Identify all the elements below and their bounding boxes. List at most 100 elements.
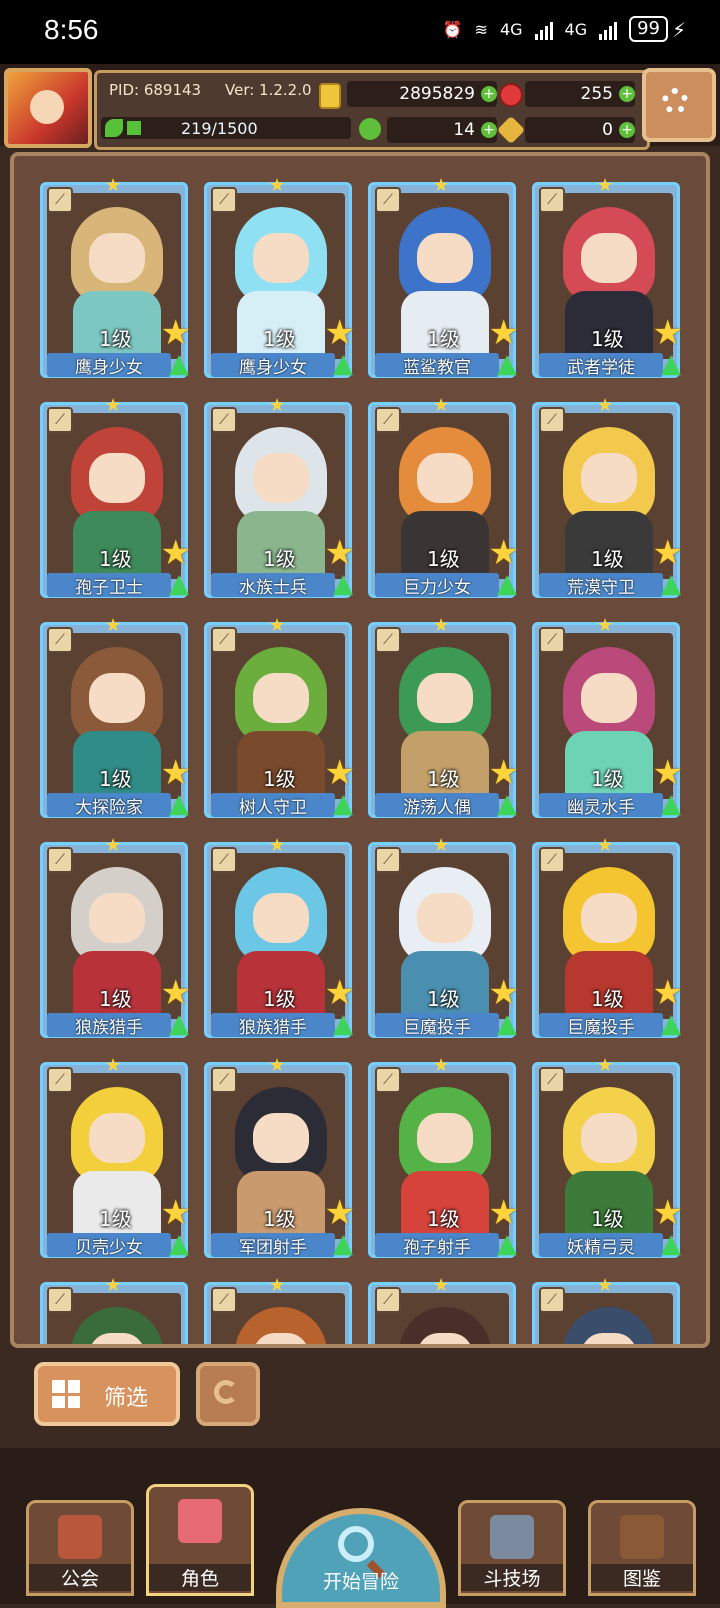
rarity-star-icon: ★ [433, 835, 450, 856]
character-card[interactable]: ⟋ ★ 1级 ★ 树人守卫 ▲ [204, 615, 355, 819]
gem-value: 255 [580, 84, 613, 104]
character-name: 巨魔投手 [539, 1013, 663, 1038]
character-card[interactable]: ⟋ ★ 1级 ★ 狼族猎手 ▲ [204, 835, 355, 1039]
character-level: 1级 [263, 547, 296, 571]
character-name: 荒漠守卫 [539, 573, 663, 598]
character-card[interactable]: ⟋ ★ 1级 ★ 荒漠守卫 ▲ [532, 395, 683, 599]
nav-arena[interactable]: 斗技场 [458, 1500, 566, 1596]
clover-icon [359, 118, 381, 140]
character-card[interactable]: ⟋ ★ [368, 1275, 516, 1344]
character-card[interactable]: ⟋ ★ 1级 ★ 鹰身少女 ▲ [40, 175, 191, 378]
character-name: 孢子射手 [375, 1233, 499, 1258]
character-card[interactable]: ⟋ ★ 1级 ★ 巨魔投手 ▲ [532, 835, 683, 1039]
filter-label: 筛选 [104, 1386, 149, 1411]
upgrade-arrow-icon: ▲ [333, 1009, 353, 1039]
character-card[interactable]: ⟋ ★ 1级 ★ 巨魔投手 ▲ [368, 835, 519, 1038]
character-card[interactable]: ⟋ ★ 1级 ★ 鹰身少女 ▲ [204, 175, 355, 379]
character-face [89, 673, 145, 723]
rarity-star-icon: ★ [269, 835, 286, 856]
character-face [89, 233, 145, 283]
start-adventure-label: 开始冒险 [322, 1571, 399, 1593]
filter-button[interactable]: 筛选 [34, 1362, 180, 1426]
upgrade-arrow-icon: ▲ [661, 569, 681, 599]
nav-codex[interactable]: 图鉴 [588, 1500, 696, 1596]
star-rank-icon: ★ [160, 533, 191, 573]
add-gem-button[interactable]: + [619, 86, 635, 102]
nav-character-label: 角色 [149, 1564, 251, 1591]
gear-icon [662, 88, 688, 114]
class-type-icon: ⟋ [211, 407, 237, 433]
character-face [253, 673, 309, 723]
character-card[interactable]: ⟋ ★ 1级 ★ 妖精弓灵 ▲ [532, 1055, 683, 1259]
class-type-icon: ⟋ [375, 627, 401, 653]
add-gold-button[interactable]: + [481, 86, 497, 102]
character-card[interactable]: ⟋ ★ 1级 ★ 幽灵水手 ▲ [532, 615, 683, 818]
clover-counter: 14 + [387, 117, 497, 143]
character-card[interactable]: ⟋ ★ 1级 ★ 蓝鲨教官 ▲ [368, 175, 519, 378]
bottom-navigation: 公会 角色 开始冒险 斗技场 图鉴 [0, 1448, 720, 1608]
character-card[interactable]: ⟋ ★ 1级 ★ 大探险家 ▲ [40, 615, 191, 818]
character-level: 1级 [263, 1207, 296, 1231]
class-type-icon: ⟋ [47, 187, 73, 213]
start-adventure-button[interactable]: 开始冒险 [276, 1508, 446, 1608]
star-rank-icon: ★ [488, 533, 519, 573]
settings-button[interactable] [642, 68, 716, 142]
character-face [89, 893, 145, 943]
character-card[interactable]: ⟋ ★ 1级 ★ 贝壳少女 ▲ [40, 1055, 191, 1259]
refresh-button[interactable] [196, 1362, 260, 1426]
star-rank-icon: ★ [652, 313, 683, 353]
character-face [253, 233, 309, 283]
character-card[interactable]: ⟋ ★ 1级 ★ 巨力少女 ▲ [368, 395, 519, 599]
stamina-bar: 219/1500 [101, 117, 351, 139]
player-avatar[interactable] [4, 68, 92, 148]
star-rank-icon: ★ [488, 313, 519, 353]
class-type-icon: ⟋ [47, 1067, 73, 1093]
upgrade-arrow-icon: ▲ [497, 569, 517, 599]
character-card[interactable]: ⟋ ★ [532, 1275, 680, 1344]
character-card[interactable]: ⟋ ★ [204, 1275, 352, 1344]
class-type-icon: ⟋ [47, 627, 73, 653]
player-info-panel: PID: 689143 Ver: 1.2.2.0 2895829 + 255 + 2… [94, 70, 650, 150]
character-name: 鹰身少女 [47, 353, 171, 378]
character-level: 1级 [427, 547, 460, 571]
character-name: 巨魔投手 [375, 1013, 499, 1038]
gold-counter: 2895829 + [347, 81, 497, 107]
signal-icon [599, 18, 618, 40]
character-name: 狼族猎手 [211, 1013, 335, 1038]
key-value: 0 [602, 120, 613, 140]
upgrade-arrow-icon: ▲ [169, 1009, 189, 1039]
upgrade-arrow-icon: ▲ [497, 789, 517, 819]
character-card[interactable]: ⟋ ★ 1级 ★ 孢子卫士 ▲ [40, 395, 191, 598]
add-clover-button[interactable]: + [481, 122, 497, 138]
character-card[interactable]: ⟋ ★ [40, 1275, 188, 1344]
class-type-icon: ⟋ [539, 627, 565, 653]
star-rank-icon: ★ [160, 973, 191, 1013]
character-roster-panel: ⟋ ★ 1级 ★ 鹰身少女 ▲ ⟋ ★ 1级 ★ 鹰身少女 ▲ ⟋ ★ 1级 ★ 蓝鲨教官 ▲ ⟋ ★ 1级 ★ 武者学徒 ▲… [10, 152, 710, 1348]
character-face [581, 1113, 637, 1163]
class-type-icon: ⟋ [211, 847, 237, 873]
character-card[interactable]: ⟋ ★ 1级 ★ 武者学徒 ▲ [532, 175, 683, 378]
star-rank-icon: ★ [652, 753, 683, 793]
character-level: 1级 [99, 767, 132, 791]
character-card[interactable]: ⟋ ★ 1级 ★ 孢子射手 ▲ [368, 1055, 519, 1258]
character-card[interactable]: ⟋ ★ 1级 ★ 狼族猎手 ▲ [40, 835, 191, 1039]
nav-guild[interactable]: 公会 [26, 1500, 134, 1596]
class-type-icon: ⟋ [47, 407, 73, 433]
character-name: 游荡人偶 [375, 793, 499, 818]
character-card[interactable]: ⟋ ★ 1级 ★ 军团射手 ▲ [204, 1055, 355, 1258]
character-name: 武者学徒 [539, 353, 663, 378]
character-card[interactable]: ⟋ ★ 1级 ★ 游荡人偶 ▲ [368, 615, 519, 819]
character-card[interactable]: ⟋ ★ 1级 ★ 水族士兵 ▲ [204, 395, 355, 598]
character-level: 1级 [591, 1207, 624, 1231]
upgrade-arrow-icon: ▲ [661, 1009, 681, 1039]
rarity-star-icon: ★ [105, 1055, 122, 1076]
class-type-icon: ⟋ [539, 847, 565, 873]
add-key-button[interactable]: + [619, 122, 635, 138]
upgrade-arrow-icon: ▲ [333, 789, 353, 819]
nav-arena-label: 斗技场 [461, 1564, 563, 1591]
character-face [89, 1113, 145, 1163]
upgrade-arrow-icon: ▲ [333, 349, 353, 379]
nav-character[interactable]: 角色 [146, 1484, 254, 1596]
upgrade-arrow-icon: ▲ [661, 1229, 681, 1259]
upgrade-arrow-icon: ▲ [169, 1229, 189, 1259]
